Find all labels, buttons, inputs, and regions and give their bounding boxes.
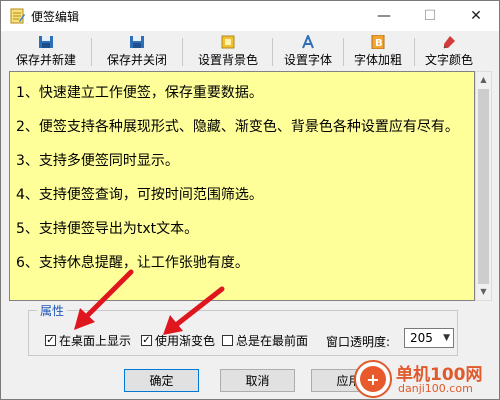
bold-font-button[interactable]: B 字体加粗 — [345, 33, 411, 69]
close-icon: ✕ — [470, 8, 482, 24]
note-line: 6、支持休息提醒，让工作张驰有度。 — [16, 255, 249, 271]
toolbar: 保存并新建 保存并关闭 设置背景色 设置字体 B 字体加粗 文字颜色 — [1, 32, 499, 70]
scroll-down-icon[interactable]: ▼ — [476, 284, 491, 300]
toolbar-divider — [91, 38, 92, 66]
cancel-label: 取消 — [245, 374, 270, 388]
set-background-button[interactable]: 设置背景色 — [188, 33, 268, 69]
toolbar-divider — [272, 38, 273, 66]
note-line: 1、快速建立工作便签，保存重要数据。 — [16, 85, 263, 101]
minimize-icon: — — [377, 8, 391, 24]
note-line: 3、支持多便签同时显示。 — [16, 153, 179, 169]
bold-font-label: 字体加粗 — [353, 53, 402, 67]
svg-text:B: B — [375, 38, 383, 49]
note-text[interactable]: 1、快速建立工作便签，保存重要数据。 2、便签支持各种展现形式、隐藏、渐变色、背… — [16, 82, 464, 286]
maximize-button[interactable]: ☐ — [407, 1, 453, 31]
properties-legend: 属性 — [37, 302, 68, 319]
window-title: 便签编辑 — [31, 10, 80, 24]
show-on-desktop-checkbox[interactable]: ✓ 在桌面上显示 — [45, 332, 131, 349]
save-new-icon — [39, 36, 53, 48]
text-color-icon — [443, 36, 455, 49]
watermark-logo: + 单机100网 danji100.com — [354, 360, 500, 400]
chevron-down-icon: ▼ — [443, 333, 450, 343]
note-line: 4、支持便签查询，可按时间范围筛选。 — [16, 187, 263, 203]
set-font-button[interactable]: 设置字体 — [275, 33, 341, 69]
editor-scrollbar[interactable]: ▲ ▼ — [475, 71, 492, 301]
checkbox-checked-icon[interactable]: ✓ — [141, 335, 152, 346]
save-close-label: 保存并关闭 — [106, 53, 167, 67]
use-gradient-checkbox[interactable]: ✓ 使用渐变色 — [141, 332, 215, 349]
toolbar-divider — [414, 38, 415, 66]
set-font-label: 设置字体 — [283, 53, 332, 67]
background-color-icon — [221, 35, 235, 49]
font-icon — [302, 35, 314, 49]
save-new-label: 保存并新建 — [15, 53, 76, 67]
ok-button[interactable]: 确定 — [124, 369, 199, 392]
show-on-desktop-label: 在桌面上显示 — [59, 334, 132, 348]
close-button[interactable]: ✕ — [453, 1, 499, 31]
always-on-top-label: 总是在最前面 — [236, 334, 309, 348]
note-line: 2、便签支持各种展现形式、隐藏、渐变色、背景色各种设置应有尽有。 — [16, 119, 459, 135]
toolbar-divider — [343, 38, 344, 66]
scroll-up-icon[interactable]: ▲ — [476, 72, 491, 88]
bold-icon: B — [371, 35, 385, 49]
note-edit-window: 便签编辑 — ☐ ✕ 保存并新建 保存并关闭 设置背景色 设置字体 B 字体加粗… — [0, 0, 500, 400]
maximize-icon: ☐ — [423, 8, 437, 24]
use-gradient-label: 使用渐变色 — [155, 334, 216, 348]
ok-label: 确定 — [149, 374, 174, 388]
text-color-label: 文字颜色 — [424, 53, 473, 67]
opacity-select[interactable]: 205 ▼ — [404, 328, 454, 348]
watermark-plus-icon: + — [354, 360, 392, 398]
title-bar[interactable]: 便签编辑 — ☐ ✕ — [1, 1, 499, 31]
save-new-button[interactable]: 保存并新建 — [7, 33, 85, 69]
save-close-icon — [130, 36, 144, 48]
opacity-value: 205 — [410, 331, 433, 345]
set-background-label: 设置背景色 — [197, 53, 258, 67]
watermark-url: danji100.com — [398, 382, 473, 395]
note-app-icon — [10, 8, 25, 24]
scrollbar-thumb[interactable] — [478, 89, 489, 284]
save-close-button[interactable]: 保存并关闭 — [98, 33, 176, 69]
note-line: 5、支持便签导出为txt文本。 — [16, 221, 199, 237]
always-on-top-checkbox[interactable]: 总是在最前面 — [222, 332, 308, 349]
opacity-label: 窗口透明度: — [326, 335, 391, 349]
checkbox-checked-icon[interactable]: ✓ — [45, 335, 56, 346]
minimize-button[interactable]: — — [361, 1, 407, 31]
text-color-button[interactable]: 文字颜色 — [416, 33, 482, 69]
checkbox-unchecked-icon[interactable] — [222, 335, 233, 346]
cancel-button[interactable]: 取消 — [220, 369, 295, 392]
toolbar-divider — [182, 38, 183, 66]
note-editor[interactable]: 1、快速建立工作便签，保存重要数据。 2、便签支持各种展现形式、隐藏、渐变色、背… — [9, 71, 475, 301]
